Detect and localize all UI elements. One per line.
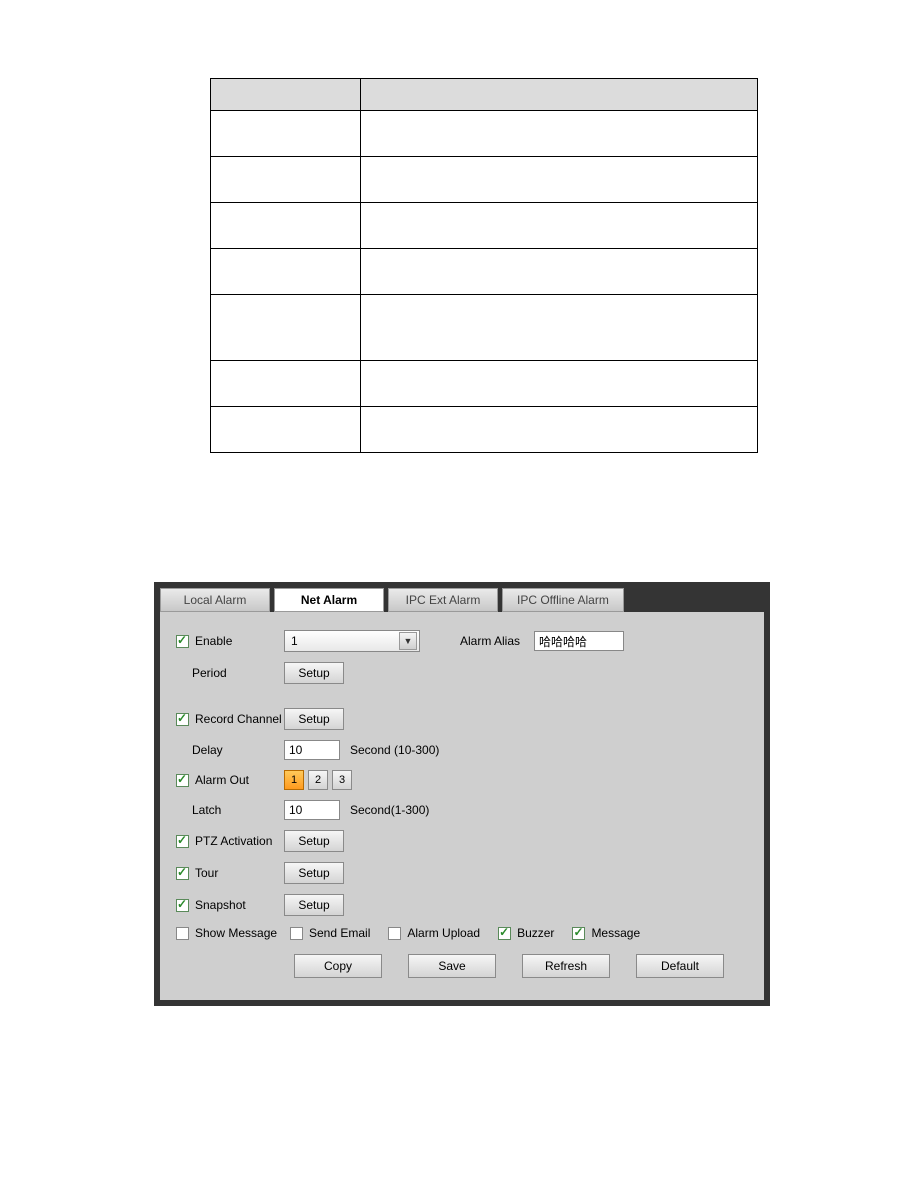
alarm-upload-checkbox[interactable] <box>388 927 401 940</box>
tab-net-alarm[interactable]: Net Alarm <box>274 588 384 612</box>
message-checkbox[interactable] <box>572 927 585 940</box>
enable-checkbox[interactable] <box>176 635 189 648</box>
chevron-down-icon: ▼ <box>399 632 417 650</box>
message-label: Message <box>591 926 640 940</box>
period-label: Period <box>192 666 227 680</box>
alarm-alias-input[interactable] <box>534 631 624 651</box>
delay-unit: Second (10-300) <box>350 743 439 757</box>
channel-select-value: 1 <box>291 634 298 648</box>
channel-select[interactable]: 1 ▼ <box>284 630 420 652</box>
alarm-out-label: Alarm Out <box>195 773 249 787</box>
refresh-button[interactable]: Refresh <box>522 954 610 978</box>
snapshot-setup-button[interactable]: Setup <box>284 894 344 916</box>
tab-local-alarm[interactable]: Local Alarm <box>160 588 270 612</box>
tab-ipc-ext-alarm[interactable]: IPC Ext Alarm <box>388 588 498 612</box>
alarm-alias-label: Alarm Alias <box>460 634 520 648</box>
buzzer-label: Buzzer <box>517 926 554 940</box>
delay-input[interactable] <box>284 740 340 760</box>
copy-button[interactable]: Copy <box>294 954 382 978</box>
send-email-checkbox[interactable] <box>290 927 303 940</box>
tab-bar: Local Alarm Net Alarm IPC Ext Alarm IPC … <box>160 588 764 612</box>
period-setup-button[interactable]: Setup <box>284 662 344 684</box>
tour-label: Tour <box>195 866 218 880</box>
ptz-label: PTZ Activation <box>195 834 272 848</box>
enable-label: Enable <box>195 634 232 648</box>
latch-label: Latch <box>192 803 221 817</box>
delay-label: Delay <box>192 743 223 757</box>
tour-checkbox[interactable] <box>176 867 189 880</box>
latch-input[interactable] <box>284 800 340 820</box>
alarm-panel: Local Alarm Net Alarm IPC Ext Alarm IPC … <box>154 582 770 1006</box>
ptz-setup-button[interactable]: Setup <box>284 830 344 852</box>
alarm-out-checkbox[interactable] <box>176 774 189 787</box>
record-channel-setup-button[interactable]: Setup <box>284 708 344 730</box>
send-email-label: Send Email <box>309 926 370 940</box>
alarm-upload-label: Alarm Upload <box>407 926 480 940</box>
snapshot-label: Snapshot <box>195 898 246 912</box>
snapshot-checkbox[interactable] <box>176 899 189 912</box>
alarm-out-3-button[interactable]: 3 <box>332 770 352 790</box>
record-channel-checkbox[interactable] <box>176 713 189 726</box>
buzzer-checkbox[interactable] <box>498 927 511 940</box>
alarm-out-2-button[interactable]: 2 <box>308 770 328 790</box>
param-table <box>210 78 758 453</box>
tab-ipc-offline-alarm[interactable]: IPC Offline Alarm <box>502 588 624 612</box>
save-button[interactable]: Save <box>408 954 496 978</box>
ptz-checkbox[interactable] <box>176 835 189 848</box>
show-message-checkbox[interactable] <box>176 927 189 940</box>
show-message-label: Show Message <box>195 926 277 940</box>
latch-unit: Second(1-300) <box>350 803 429 817</box>
panel-body: Enable 1 ▼ Alarm Alias Period Setup Reco… <box>160 612 764 1000</box>
alarm-out-1-button[interactable]: 1 <box>284 770 304 790</box>
default-button[interactable]: Default <box>636 954 724 978</box>
record-channel-label: Record Channel <box>195 712 282 726</box>
tour-setup-button[interactable]: Setup <box>284 862 344 884</box>
